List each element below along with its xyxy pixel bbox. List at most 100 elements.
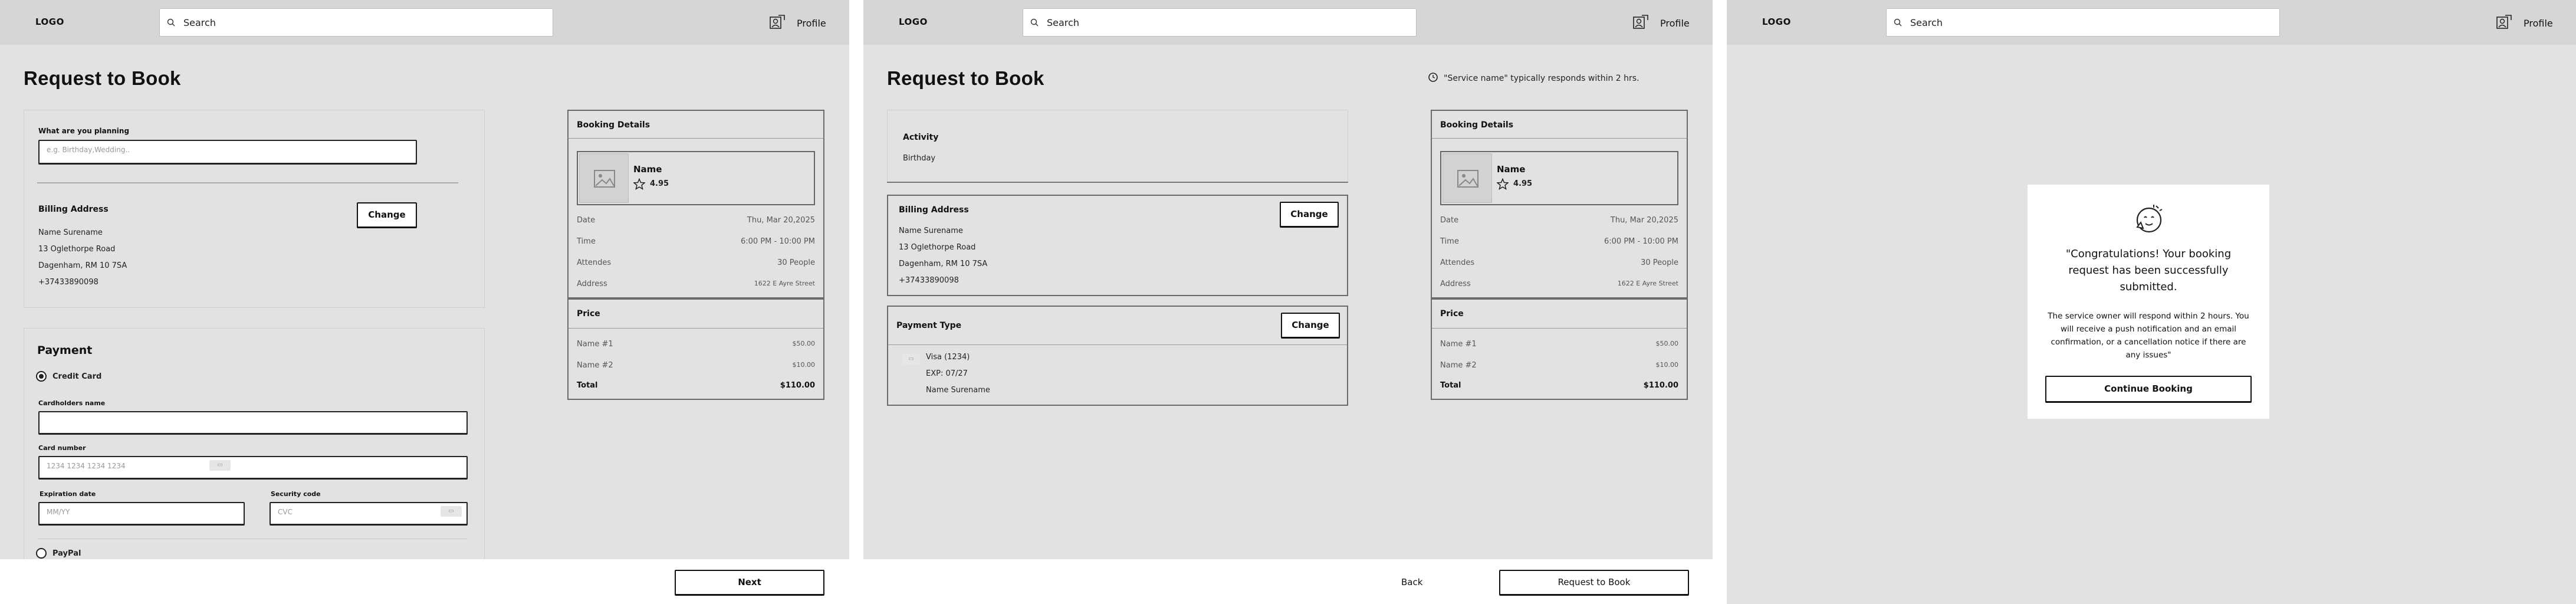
logo[interactable]: LOGO	[35, 17, 64, 27]
screen-gap	[1713, 0, 1727, 604]
detail-label: Date	[1440, 216, 1459, 225]
billing-title: Billing Address	[899, 205, 969, 215]
screen-confirmation: LOGO Search Profile "Congratulations! Yo…	[1727, 0, 2576, 604]
profile-icon[interactable]	[768, 13, 786, 31]
next-button[interactable]: Next	[675, 570, 824, 596]
billing-line: Dagenham, RM 10 7SA	[899, 260, 988, 268]
detail-label: Attendes	[1440, 258, 1475, 267]
price-value: $50.00	[1655, 340, 1679, 347]
credit-card-label: Credit Card	[52, 372, 102, 381]
search-icon	[167, 18, 175, 27]
billing-line: +37433890098	[38, 278, 98, 287]
top-bar: LOGO Search Profile	[863, 0, 1713, 45]
total-label: Total	[1440, 381, 1461, 390]
billing-line: 13 Oglethorpe Road	[38, 245, 116, 254]
venue-card[interactable]: Name 4.95	[577, 151, 815, 205]
bottom-bar: Next	[0, 559, 849, 604]
cvc-icon: ▭	[441, 506, 462, 517]
security-input[interactable]: CVC ▭	[270, 502, 468, 526]
logo[interactable]: LOGO	[1762, 17, 1791, 27]
planning-billing-section: What are you planning e.g. Birthday,Wedd…	[24, 110, 485, 308]
activity-section: Activity Birthday	[887, 110, 1348, 183]
payment-section: Payment Credit Card Cardholders name Car…	[24, 328, 485, 576]
card-number-placeholder: 1234 1234 1234 1234	[47, 462, 126, 470]
card-brand-icon: ▭	[209, 460, 231, 471]
image-placeholder-icon	[594, 170, 615, 188]
total-value: $110.00	[780, 381, 815, 390]
profile-link[interactable]: Profile	[1660, 18, 1690, 29]
divider	[887, 182, 1348, 183]
top-bar: LOGO Search Profile	[0, 0, 849, 45]
booking-details-card: Booking Details Name 4.95 Date Thu, Mar …	[1431, 110, 1688, 298]
search-icon	[1030, 18, 1039, 27]
activity-title: Activity	[903, 133, 939, 142]
detail-value: 30 People	[777, 258, 815, 267]
modal-body: The service owner will respond within 2 …	[2048, 311, 2249, 360]
venue-card[interactable]: Name 4.95	[1440, 151, 1678, 205]
detail-label: Address	[577, 280, 607, 288]
detail-value: 6:00 PM - 10:00 PM	[1604, 237, 1678, 246]
billing-line: +37433890098	[899, 276, 959, 285]
bottom-bar: Back Request to Book	[863, 559, 1713, 604]
paypal-radio[interactable]	[36, 548, 47, 559]
activity-value: Birthday	[903, 154, 936, 163]
profile-icon[interactable]	[2495, 13, 2513, 31]
cardholder-input[interactable]	[38, 411, 468, 435]
billing-line: Name Surename	[38, 228, 103, 237]
logo[interactable]: LOGO	[899, 17, 928, 27]
search-placeholder: Search	[1910, 17, 1943, 28]
venue-image	[579, 153, 629, 203]
venue-image	[1443, 153, 1492, 203]
security-placeholder: CVC	[278, 508, 293, 516]
venue-rating: 4.95	[650, 179, 669, 188]
credit-card-radio[interactable]	[36, 371, 47, 382]
planning-label: What are you planning	[38, 127, 130, 135]
price-label: Name #2	[577, 361, 613, 370]
card-number-input[interactable]: 1234 1234 1234 1234 ▭	[38, 456, 468, 480]
modal-title: "Congratulations! Your booking request h…	[2065, 248, 2232, 293]
divider	[1432, 138, 1687, 139]
cardholder-label: Cardholders name	[38, 399, 106, 407]
back-link[interactable]: Back	[1401, 577, 1422, 587]
divider	[1432, 328, 1687, 329]
search-placeholder: Search	[1047, 17, 1079, 28]
profile-link[interactable]: Profile	[2524, 18, 2553, 29]
page-title: Request to Book	[887, 67, 1044, 89]
billing-section: Billing Address Change Name Surename 13 …	[887, 195, 1348, 296]
price-card: Price Name #1 $50.00 Name #2 $10.00 Tota…	[1431, 298, 1688, 400]
billing-line: 13 Oglethorpe Road	[899, 243, 976, 252]
request-to-book-button[interactable]: Request to Book	[1499, 570, 1689, 596]
booking-details-card: Booking Details Name 4.95 Date Thu, Mar …	[567, 110, 824, 298]
planning-input[interactable]: e.g. Birthday,Wedding..	[38, 140, 417, 165]
expiration-input[interactable]: MM/YY	[38, 502, 245, 526]
billing-title: Billing Address	[38, 205, 109, 214]
search-input[interactable]: Search	[1023, 8, 1417, 37]
party-face-icon	[2136, 205, 2163, 233]
search-input[interactable]: Search	[159, 8, 553, 37]
profile-icon[interactable]	[1632, 13, 1650, 31]
billing-line: Dagenham, RM 10 7SA	[38, 261, 127, 270]
venue-name: Name	[633, 164, 662, 175]
detail-value: 1622 E Ayre Street	[1617, 280, 1678, 287]
payment-title: Payment	[37, 344, 93, 357]
star-icon	[633, 178, 645, 190]
detail-value: Thu, Mar 20,2025	[747, 216, 815, 225]
profile-link[interactable]: Profile	[797, 18, 826, 29]
price-label: Name #2	[1440, 361, 1477, 370]
billing-change-button[interactable]: Change	[1280, 202, 1339, 228]
expiration-placeholder: MM/YY	[47, 508, 70, 516]
continue-booking-button[interactable]: Continue Booking	[2045, 376, 2252, 403]
venue-name: Name	[1497, 164, 1526, 175]
detail-label: Attendes	[577, 258, 612, 267]
card-icon: ▭	[902, 354, 920, 365]
payment-change-button[interactable]: Change	[1281, 313, 1340, 339]
security-label: Security code	[271, 490, 321, 498]
price-title: Price	[1440, 309, 1464, 319]
card-line: EXP: 07/27	[926, 369, 968, 378]
billing-change-button[interactable]: Change	[357, 202, 417, 228]
search-input[interactable]: Search	[1886, 8, 2280, 37]
detail-label: Time	[577, 237, 596, 246]
price-value: $50.00	[792, 340, 816, 347]
price-title: Price	[577, 309, 600, 319]
detail-label: Date	[577, 216, 596, 225]
